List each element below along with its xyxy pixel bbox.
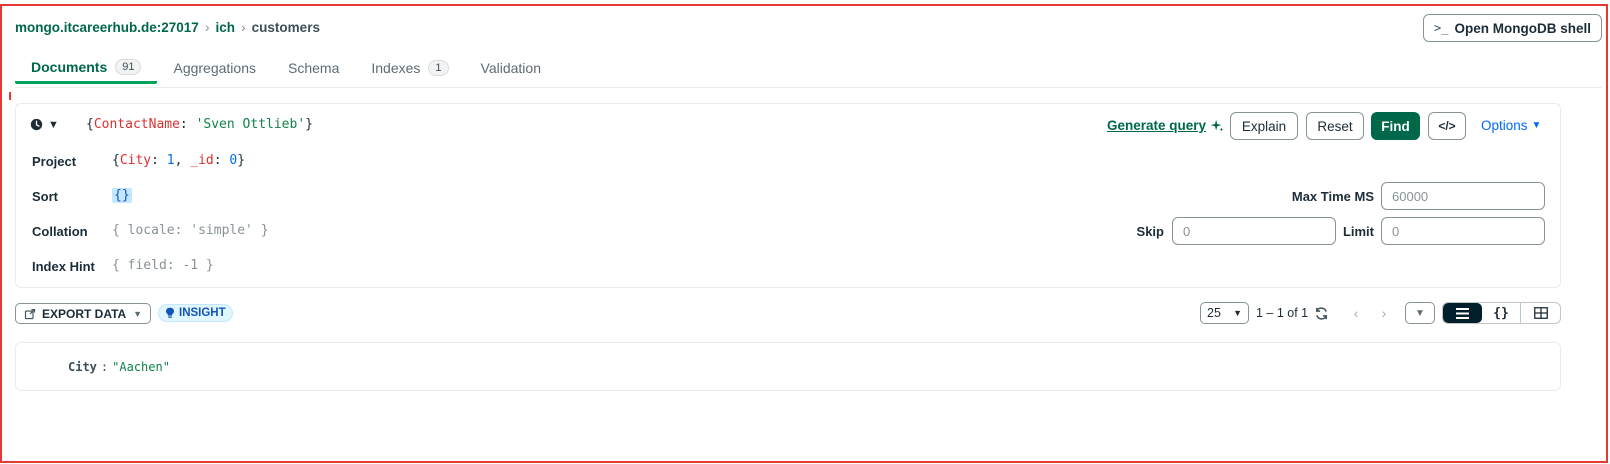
terminal-icon: >_ <box>1434 21 1449 35</box>
breadcrumb: mongo.itcareerhub.de:27017 › ich › custo… <box>15 12 320 42</box>
query-history-button[interactable]: ▼ <box>30 118 59 131</box>
breadcrumb-host[interactable]: mongo.itcareerhub.de:27017 <box>15 20 199 35</box>
chevron-right-icon[interactable]: › <box>1373 302 1395 324</box>
explain-button[interactable]: Explain <box>1230 112 1298 140</box>
filter-input[interactable]: {ContactName: 'Sven Ottlieb'} <box>86 117 313 132</box>
caret-down-icon: ▼ <box>48 118 59 131</box>
collection-tabs: Documents 91 Aggregations Schema Indexes… <box>15 52 557 87</box>
project-value-city: 1 <box>166 153 175 168</box>
field-colon: : <box>100 360 109 374</box>
project-input[interactable]: {City: 1, _id: 0} <box>112 153 245 168</box>
options-toggle[interactable]: Options ▼ <box>1481 118 1541 133</box>
collation-label: Collation <box>32 224 88 239</box>
tab-validation-label: Validation <box>480 60 541 76</box>
tab-schema[interactable]: Schema <box>272 52 355 84</box>
tab-aggregations-label: Aggregations <box>173 60 256 76</box>
tab-indexes[interactable]: Indexes 1 <box>355 52 464 84</box>
generate-query-link[interactable]: Generate query <box>1107 118 1224 133</box>
sparkle-icon <box>1210 119 1224 131</box>
sort-value: {} <box>112 188 132 203</box>
limit-label: Limit <box>1342 224 1374 239</box>
index-hint-input[interactable]: { field: -1 } <box>112 258 214 273</box>
skip-input[interactable]: 0 <box>1172 217 1336 245</box>
skip-label: Skip <box>1136 224 1164 239</box>
page-size-select[interactable]: 25 ▼ <box>1200 302 1249 324</box>
filter-brace-close: } <box>305 117 313 132</box>
red-marker <box>9 92 11 100</box>
export-icon <box>24 308 36 319</box>
project-colon: : <box>151 153 159 168</box>
tab-documents-label: Documents <box>31 58 108 75</box>
reset-button[interactable]: Reset <box>1306 112 1364 140</box>
field-key: City <box>68 360 97 374</box>
filter-colon: : <box>179 117 188 132</box>
view-toggle-group: {} <box>1442 302 1561 324</box>
expand-dropdown[interactable]: ▼ <box>1405 302 1435 324</box>
generate-query-label: Generate query <box>1107 118 1207 133</box>
caret-down-icon: ▼ <box>1415 307 1425 319</box>
tab-validation[interactable]: Validation <box>465 52 557 84</box>
table-view-icon[interactable] <box>1520 303 1560 323</box>
lightbulb-icon <box>165 307 175 318</box>
collation-input[interactable]: { locale: 'simple' } <box>112 223 269 238</box>
tabs-divider <box>15 87 1602 88</box>
project-key-city: City <box>119 153 152 168</box>
document-card[interactable]: City: "Aachen" <box>15 342 1561 391</box>
insight-label: INSIGHT <box>179 307 226 319</box>
insight-badge[interactable]: INSIGHT <box>158 304 233 322</box>
breadcrumb-database[interactable]: ich <box>215 20 235 35</box>
code-icon[interactable]: </> <box>1428 112 1466 140</box>
tab-aggregations[interactable]: Aggregations <box>157 52 272 84</box>
project-brace-open: { <box>112 153 120 168</box>
pagination-range: 1 – 1 of 1 <box>1256 306 1309 320</box>
export-data-label: EXPORT DATA <box>42 306 127 321</box>
chevron-left-icon[interactable]: ‹ <box>1345 302 1367 324</box>
indexes-count-badge: 1 <box>428 60 449 76</box>
options-label: Options <box>1481 118 1528 133</box>
documents-count-badge: 91 <box>115 58 142 75</box>
caret-down-icon: ▼ <box>133 308 142 319</box>
open-shell-button[interactable]: >_ Open MongoDB shell <box>1423 14 1602 42</box>
max-time-input[interactable]: 60000 <box>1381 182 1545 210</box>
json-view-icon[interactable]: {} <box>1482 303 1521 323</box>
project-colon: : <box>213 153 222 168</box>
caret-down-icon: ▼ <box>1233 308 1242 318</box>
list-view-icon[interactable] <box>1443 303 1482 323</box>
refresh-icon[interactable] <box>1310 302 1332 324</box>
tab-schema-label: Schema <box>288 60 340 76</box>
chevron-right-icon: › <box>204 19 210 35</box>
max-time-label: Max Time MS <box>1291 189 1374 204</box>
index-hint-label: Index Hint <box>32 259 95 274</box>
filter-brace-open: { <box>86 117 94 132</box>
field-value: "Aachen" <box>112 360 170 374</box>
limit-input[interactable]: 0 <box>1381 217 1545 245</box>
query-bar: ▼ {ContactName: 'Sven Ottlieb'} Generate… <box>15 103 1561 288</box>
filter-key: ContactName <box>93 117 180 132</box>
tab-indexes-label: Indexes <box>371 60 421 76</box>
document-field: City: "Aachen" <box>68 360 170 374</box>
export-data-button[interactable]: EXPORT DATA ▼ <box>15 303 151 324</box>
open-shell-label: Open MongoDB shell <box>1454 20 1592 36</box>
caret-down-icon: ▼ <box>1531 120 1542 131</box>
project-comma: , <box>174 153 183 168</box>
sort-input[interactable]: {} <box>112 188 132 203</box>
find-button[interactable]: Find <box>1371 112 1420 140</box>
project-brace-close: } <box>237 153 246 168</box>
page-size-value: 25 <box>1207 306 1221 320</box>
chevron-right-icon: › <box>241 19 246 35</box>
project-label: Project <box>32 154 77 169</box>
filter-value: 'Sven Ottlieb' <box>195 117 306 132</box>
sort-label: Sort <box>32 189 58 204</box>
project-key-id: _id <box>190 153 214 168</box>
breadcrumb-collection: customers <box>251 19 320 35</box>
clock-icon <box>30 118 43 131</box>
tab-documents[interactable]: Documents 91 <box>15 52 158 84</box>
